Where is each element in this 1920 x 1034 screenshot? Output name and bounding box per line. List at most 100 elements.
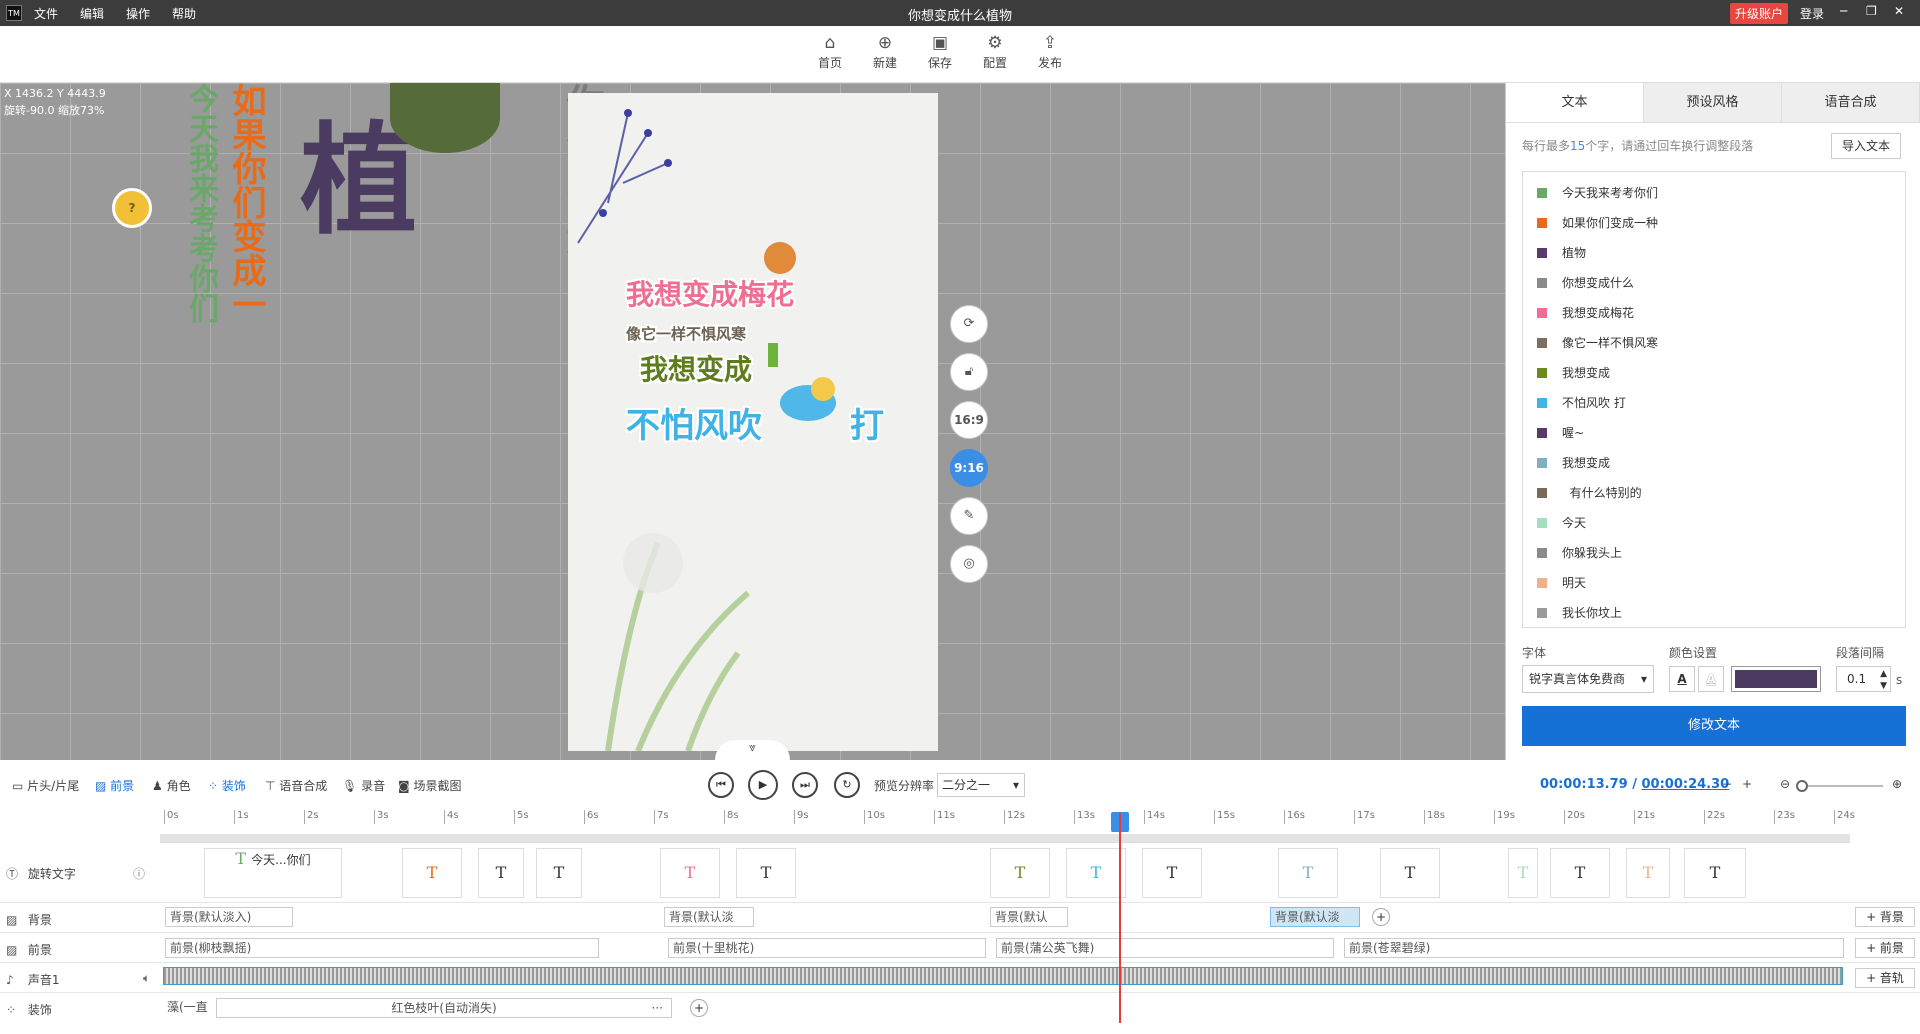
list-item[interactable]: 你躲我头上 — [1523, 538, 1905, 568]
text-clip[interactable]: T — [660, 848, 720, 898]
add-audio-track-button[interactable]: + 音轨 — [1855, 968, 1915, 988]
import-text-button[interactable]: 导入文本 — [1831, 133, 1901, 159]
text-clip[interactable]: T — [990, 848, 1050, 898]
help-icon[interactable]: ⓘ — [133, 865, 145, 882]
zoom-out-icon[interactable]: − — [1722, 777, 1732, 791]
ratio-9-16-button[interactable]: 9:16 — [950, 449, 988, 487]
bg-clip[interactable]: 背景(默认 — [990, 907, 1068, 927]
list-item[interactable]: 我想变成梅花 — [1523, 298, 1905, 328]
unlock-button[interactable]: 🔓︎ — [950, 353, 988, 391]
target-button[interactable]: ◎ — [950, 545, 988, 583]
intro-outro-button[interactable]: ▭ 片头/片尾 — [12, 777, 79, 794]
stroke-color-button[interactable]: A — [1698, 666, 1724, 692]
font-select[interactable]: 锐字真言体免费商 ▾ — [1522, 665, 1654, 693]
video-stage[interactable]: 我想变成梅花 像它一样不惧风寒 我想变成 不怕风吹 打 — [568, 93, 938, 751]
fg-clip[interactable]: 前景(蒲公英飞舞) — [996, 938, 1334, 958]
zoom-in-magnifier-icon[interactable]: ⊕ — [1892, 777, 1902, 791]
foreground-button[interactable]: ▨ 前景 — [95, 777, 134, 794]
stage-line-5[interactable]: 打 — [850, 398, 884, 447]
text-clip[interactable]: T — [536, 848, 582, 898]
deco-clip[interactable]: 藻(一直 — [165, 998, 213, 1018]
list-item[interactable]: 明天 — [1523, 568, 1905, 598]
playhead[interactable] — [1119, 813, 1121, 1023]
list-item[interactable]: 你想变成什么 — [1523, 268, 1905, 298]
replay-icon[interactable]: ↻ — [834, 772, 860, 798]
settings-button[interactable]: ⚙ 配置 — [975, 32, 1015, 71]
zoom-out-magnifier-icon[interactable]: ⊖ — [1780, 777, 1790, 791]
list-item[interactable]: 喔~ — [1523, 418, 1905, 448]
list-item[interactable]: 今天 — [1523, 508, 1905, 538]
minimize-icon[interactable]: ─ — [1840, 4, 1847, 18]
screenshot-button[interactable]: ◙ 场景截图 — [398, 777, 461, 794]
record-button[interactable]: 🎙︎ 录音 — [342, 777, 385, 794]
edit-button[interactable]: ✎ — [950, 497, 988, 535]
login-button[interactable]: 登录 — [1800, 5, 1824, 22]
text-clip[interactable]: T — [402, 848, 462, 898]
spacing-stepper[interactable]: 0.1 ▲ ▼ — [1836, 666, 1891, 692]
zoom-slider[interactable] — [1798, 785, 1883, 787]
apply-text-button[interactable]: 修改文本 — [1522, 706, 1906, 746]
canvas-vtext-2[interactable]: 如果你们变成一 — [222, 83, 271, 323]
text-clip[interactable]: T — [1684, 848, 1746, 898]
bg-clip[interactable]: 背景(默认淡 — [664, 907, 754, 927]
add-background-button[interactable]: + 背景 — [1855, 907, 1915, 927]
stage-line-1[interactable]: 我想变成梅花 — [626, 273, 794, 313]
maximize-icon[interactable]: ❐ — [1866, 4, 1877, 18]
play-icon[interactable]: ▶ — [748, 770, 778, 800]
bg-clip-selected[interactable]: 背景(默认淡 — [1270, 907, 1360, 927]
text-clip[interactable]: T — [1142, 848, 1202, 898]
tab-preset-style[interactable]: 预设风格 — [1644, 83, 1782, 122]
voice-synthesis-button[interactable]: ⊤ 语音合成 — [265, 777, 327, 794]
list-item[interactable]: 不怕风吹 打 — [1523, 388, 1905, 418]
stage-line-3[interactable]: 我想变成 — [640, 348, 752, 388]
audio-waveform[interactable] — [163, 967, 1843, 985]
zoom-in-icon[interactable]: + — [1742, 777, 1752, 791]
text-clip[interactable]: T — [736, 848, 796, 898]
decoration-button[interactable]: ⁘ 装饰 — [208, 777, 246, 794]
tab-text[interactable]: 文本 — [1506, 83, 1644, 122]
ratio-16-9-button[interactable]: 16:9 — [950, 401, 988, 439]
new-button[interactable]: ⊕ 新建 — [865, 32, 905, 71]
list-item[interactable]: 我想变成 — [1523, 448, 1905, 478]
stage-line-4[interactable]: 不怕风吹 — [626, 398, 762, 447]
list-item[interactable]: 植物 — [1523, 238, 1905, 268]
color-swatch[interactable] — [1731, 666, 1821, 692]
bg-clip[interactable]: 背景(默认淡入) — [165, 907, 293, 927]
next-icon[interactable]: ⏭ — [792, 772, 818, 798]
ruler-range-bar[interactable] — [160, 834, 1850, 842]
add-foreground-button[interactable]: + 前景 — [1855, 938, 1915, 958]
tab-voice-synthesis[interactable]: 语音合成 — [1782, 83, 1920, 122]
list-item[interactable]: 有什么特别的 — [1523, 478, 1905, 508]
fg-clip[interactable]: 前景(柳枝飘摇) — [165, 938, 599, 958]
preview-res-select[interactable]: 二分之一 ▾ — [937, 773, 1025, 797]
publish-button[interactable]: ⇪ 发布 — [1030, 32, 1070, 71]
fg-clip[interactable]: 前景(苍翠碧绿) — [1344, 938, 1844, 958]
collapse-handle[interactable]: ⩔ — [715, 740, 790, 760]
time-ruler[interactable]: 0s 1s 2s 3s 4s 5s 6s 7s 8s 9s 10s 11s 12… — [160, 810, 1855, 843]
text-clip[interactable]: T — [1066, 848, 1126, 898]
list-item[interactable]: 如果你们变成一种 — [1523, 208, 1905, 238]
sync-button[interactable]: ⟳ — [950, 305, 988, 343]
text-clip[interactable]: T — [478, 848, 524, 898]
upgrade-button[interactable]: 升级账户 — [1730, 3, 1789, 24]
prev-icon[interactable]: ⏮ — [708, 772, 734, 798]
list-item[interactable]: 像它一样不惧风寒 — [1523, 328, 1905, 358]
text-color-button[interactable]: A — [1669, 666, 1695, 692]
text-clip[interactable]: T — [1508, 848, 1538, 898]
more-icon[interactable]: ··· — [652, 999, 663, 1017]
save-button[interactable]: ▣ 保存 — [920, 32, 960, 71]
editor-canvas[interactable]: X 1436.2 Y 4443.9 旋转-90.0 缩放73% ? 今天我来考考… — [0, 83, 1505, 760]
canvas-vtext-1[interactable]: 今天我来考考你们 — [178, 83, 222, 323]
text-line-list[interactable]: 今天我来考考你们 如果你们变成一种 植物 你想变成什么 我想变成梅花 像它一样不… — [1522, 171, 1906, 628]
text-clip[interactable]: T — [1550, 848, 1610, 898]
add-deco-clip-icon[interactable]: + — [690, 999, 708, 1017]
deco-clip[interactable]: 红色枝叶(自动消失) ··· — [216, 998, 672, 1018]
close-icon[interactable]: ✕ — [1894, 4, 1904, 18]
stage-line-2[interactable]: 像它一样不惧风寒 — [626, 323, 746, 344]
text-clip[interactable]: T — [1626, 848, 1670, 898]
volume-icon[interactable]: 🔈︎ — [143, 971, 150, 986]
zoom-slider-thumb[interactable] — [1796, 780, 1808, 792]
character-button[interactable]: ♟ 角色 — [152, 777, 191, 794]
list-item[interactable]: 我长你坟上 — [1523, 598, 1905, 628]
lightbulb-icon[interactable]: ? — [112, 188, 152, 228]
